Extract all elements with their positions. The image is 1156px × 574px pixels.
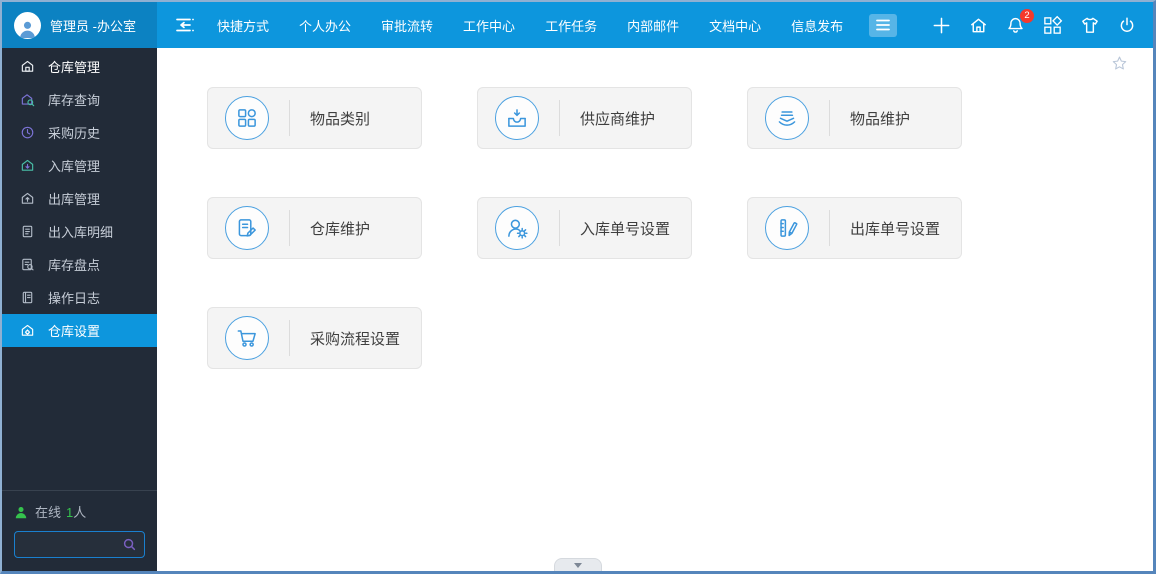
card-warehouse-maintenance[interactable]: 仓库维护: [207, 197, 422, 259]
sidebar-search: [14, 531, 145, 558]
inout-detail-icon: [19, 224, 35, 239]
warehouse-home-icon: [19, 59, 35, 74]
search-input[interactable]: [21, 537, 122, 552]
card-label: 供应商维护: [580, 110, 656, 128]
chevron-down-icon: [573, 562, 582, 568]
card-label: 采购流程设置: [310, 330, 401, 348]
card-divider: [829, 210, 830, 246]
sidebar-item-inventory-query[interactable]: 库存查询: [2, 83, 157, 116]
sidebar-item-label: 操作日志: [48, 291, 101, 306]
stocktake-icon: [19, 257, 35, 272]
purchase-history-icon: [19, 125, 35, 140]
card-divider: [559, 210, 560, 246]
online-user-icon: [15, 506, 27, 518]
online-label: 在线: [35, 505, 62, 520]
sidebar: 仓库管理 库存查询 采购历史 入库管理 出库管理 出入库明细 库存盘点 操作日志…: [2, 48, 157, 571]
card-label: 入库单号设置: [580, 220, 671, 238]
power-logout-icon[interactable]: [1117, 15, 1137, 36]
sidebar-item-purchase-history[interactable]: 采购历史: [2, 116, 157, 149]
sidebar-item-outbound-management[interactable]: 出库管理: [2, 182, 157, 215]
online-status: 在线 1人: [14, 502, 145, 521]
outbound-icon: [19, 191, 35, 206]
add-icon[interactable]: [931, 15, 952, 36]
nav-work-center[interactable]: 工作中心: [463, 16, 515, 35]
sidebar-item-label: 采购历史: [48, 126, 101, 141]
top-nav: 快捷方式 个人办公 审批流转 工作中心 工作任务 内部邮件 文档中心 信息发布: [217, 16, 843, 35]
sidebar-item-label: 库存查询: [48, 93, 101, 108]
notification-bell-icon[interactable]: 2: [1005, 8, 1034, 36]
nav-internal-mail[interactable]: 内部邮件: [627, 16, 679, 35]
sidebar-item-label: 仓库设置: [48, 324, 101, 339]
app-window: 管理员 -办公室 快捷方式 个人办公 审批流转 工作中心 工作任务 内部邮件 文…: [0, 0, 1156, 574]
nav-approval-flow[interactable]: 审批流转: [381, 16, 433, 35]
nav-personal-office[interactable]: 个人办公: [299, 16, 351, 35]
inventory-search-icon: [19, 92, 35, 107]
collapse-sidebar-icon[interactable]: [173, 15, 197, 35]
card-divider: [289, 100, 290, 136]
favorite-star-icon[interactable]: [1111, 55, 1128, 77]
card-purchase-flow-settings[interactable]: 采购流程设置: [207, 307, 422, 369]
card-divider: [289, 320, 290, 356]
outbound-number-icon: [765, 206, 809, 250]
settings-card-grid: 物品类别 供应商维护 物品维护 仓库维护 入库单号设置 出库单号设置 采购流程设…: [157, 48, 1153, 369]
inbound-number-icon: [495, 206, 539, 250]
main-content: 物品类别 供应商维护 物品维护 仓库维护 入库单号设置 出库单号设置 采购流程设…: [157, 48, 1153, 571]
user-menu[interactable]: 管理员 -办公室: [2, 2, 157, 48]
card-label: 物品维护: [850, 110, 911, 128]
card-label: 物品类别: [310, 110, 371, 128]
online-unit: 人: [73, 505, 87, 520]
apps-grid-icon[interactable]: [1042, 15, 1063, 36]
sidebar-item-warehouse-settings[interactable]: 仓库设置: [2, 314, 157, 347]
sidebar-item-inout-detail[interactable]: 出入库明细: [2, 215, 157, 248]
sidebar-item-warehouse-management[interactable]: 仓库管理: [2, 50, 157, 83]
purchase-flow-icon: [225, 316, 269, 360]
goods-icon: [765, 96, 809, 140]
inbound-icon: [19, 158, 35, 173]
card-goods-maintenance[interactable]: 物品维护: [747, 87, 962, 149]
card-divider: [289, 210, 290, 246]
home-icon[interactable]: [968, 15, 989, 36]
sidebar-item-label: 库存盘点: [48, 258, 101, 273]
topbar-actions: 2: [931, 8, 1153, 36]
nav-shortcuts[interactable]: 快捷方式: [217, 16, 269, 35]
sidebar-item-stocktake[interactable]: 库存盘点: [2, 248, 157, 281]
warehouse-settings-icon: [19, 323, 35, 338]
supplier-icon: [495, 96, 539, 140]
more-menu-button[interactable]: [869, 13, 898, 37]
sidebar-item-inbound-management[interactable]: 入库管理: [2, 149, 157, 182]
card-inbound-number-settings[interactable]: 入库单号设置: [477, 197, 692, 259]
operation-log-icon: [19, 290, 35, 305]
sidebar-menu: 仓库管理 库存查询 采购历史 入库管理 出库管理 出入库明细 库存盘点 操作日志…: [2, 48, 157, 347]
user-avatar-icon: [14, 11, 41, 39]
theme-shirt-icon[interactable]: [1079, 15, 1101, 36]
warehouse-edit-icon: [225, 206, 269, 250]
sidebar-footer: 在线 1人: [2, 490, 157, 571]
sidebar-item-label: 出库管理: [48, 192, 101, 207]
search-icon[interactable]: [122, 537, 137, 552]
card-divider: [559, 100, 560, 136]
nav-info-publish[interactable]: 信息发布: [791, 16, 843, 35]
nav-work-tasks[interactable]: 工作任务: [545, 16, 597, 35]
nav-document-center[interactable]: 文档中心: [709, 16, 761, 35]
card-item-category[interactable]: 物品类别: [207, 87, 422, 149]
card-divider: [829, 100, 830, 136]
topbar: 管理员 -办公室 快捷方式 个人办公 审批流转 工作中心 工作任务 内部邮件 文…: [2, 2, 1153, 48]
card-outbound-number-settings[interactable]: 出库单号设置: [747, 197, 962, 259]
sidebar-item-label: 仓库管理: [48, 60, 101, 75]
sidebar-item-label: 出入库明细: [48, 225, 114, 240]
card-label: 仓库维护: [310, 220, 371, 238]
sidebar-item-operation-log[interactable]: 操作日志: [2, 281, 157, 314]
bottom-collapse-tab[interactable]: [553, 558, 602, 571]
category-icon: [225, 96, 269, 140]
notification-badge: 2: [1020, 8, 1034, 23]
user-name: 管理员 -办公室: [50, 18, 136, 34]
sidebar-item-label: 入库管理: [48, 159, 101, 174]
card-supplier-maintenance[interactable]: 供应商维护: [477, 87, 692, 149]
card-label: 出库单号设置: [850, 220, 941, 238]
